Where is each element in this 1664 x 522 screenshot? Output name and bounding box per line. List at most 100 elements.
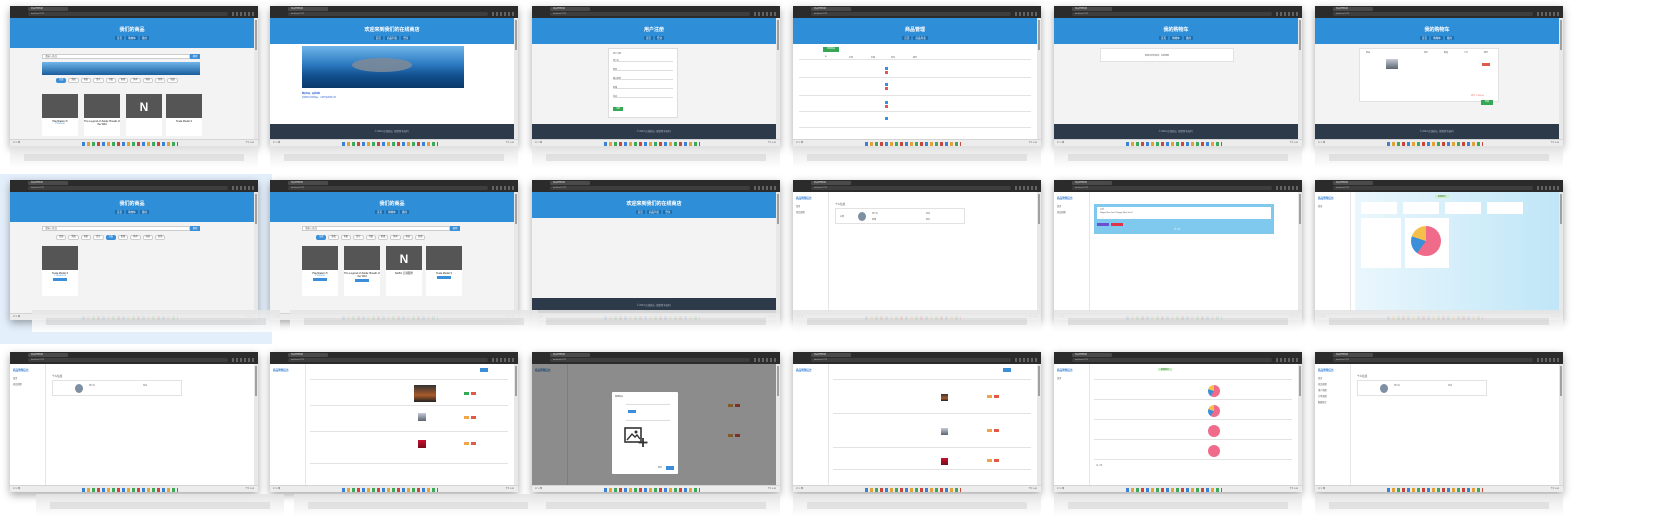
cancel-button[interactable]: 取消 [658,466,662,469]
chip[interactable]: 音乐 [93,235,104,240]
sidebar-item-products[interactable]: 商品管理 [1318,382,1327,386]
edit-button[interactable] [885,83,888,86]
add-product-button[interactable]: 添加商品 [823,47,839,52]
delete-button[interactable] [994,429,999,432]
register-button[interactable]: 注册 [613,107,623,111]
nav-home[interactable]: 首页 [374,210,385,214]
product-card[interactable] [126,94,162,136]
nav-home[interactable]: 首页 [902,36,912,40]
add-to-cart-button[interactable] [437,276,451,279]
screenshot-thumbnail-shop-filtered[interactable]: 商品管理系统 localhost:5173 我们的商品 首页 购物车 我的 请输入商品… [10,180,258,320]
screenshot-thumbnail-admin-profile-3[interactable]: 商品管理系统 localhost:5173 商品管理后台 首页 商品管理 用户管理… [1315,352,1563,492]
edit-button[interactable] [464,392,469,395]
sidebar-item-home[interactable]: 首页 [1057,376,1061,380]
screenshot-thumbnail-cart-item[interactable]: 商品管理系统 localhost:5173 我的购物车 首页 购物车 我的 商品 单价数… [1315,6,1563,146]
confirm-password-field[interactable]: 确认密码 [613,77,673,80]
nav-login[interactable]: 登录 [401,36,411,40]
nav-home[interactable]: 首页 [643,36,653,40]
screenshot-thumbnail-admin-notice[interactable]: 商品管理系统 localhost:5173 商品管理后台 首页 商品管理 公告 H… [1054,180,1302,320]
product-card[interactable]: The Legend of Zelda: Breath of the Wild [344,246,380,296]
chip[interactable]: 影视 [117,235,129,240]
add-to-cart-button[interactable] [53,278,67,281]
chip[interactable]: 其他 [155,78,166,83]
nav-products[interactable]: 商品列表 [646,210,662,214]
sidebar-item-home[interactable]: 首页 [796,204,800,208]
nav-login[interactable]: 登录 [655,36,665,40]
nav-cart[interactable]: 购物车 [386,210,398,214]
search-input[interactable]: 请输入商品 [42,226,190,231]
delete-button[interactable] [471,416,476,419]
add-button[interactable] [480,368,488,372]
nav-me[interactable]: 我的 [139,36,150,40]
chip[interactable]: 游戏 [68,235,79,240]
product-card[interactable]: Netflix 订阅服务 [386,246,422,296]
delete-button[interactable] [994,459,999,462]
email-field[interactable]: 邮箱 [613,86,673,89]
product-card[interactable]: Tesla Model 3 [426,246,462,296]
nav-cart[interactable]: 购物车 [126,210,138,214]
delete-button[interactable] [885,71,888,74]
screenshot-thumbnail-welcome-blank[interactable]: 商品管理系统 localhost:5173 欢迎来到我们的在线商店 首页 商品列表登… [532,180,780,320]
chip[interactable]: 其他 [415,235,426,240]
add-to-cart-button[interactable] [313,278,327,281]
chip[interactable]: 全部 [56,235,67,240]
product-card[interactable]: PlayStation 5 ¥ 3999.00 [302,246,338,296]
nav-cart[interactable]: 购物车 [1431,36,1443,40]
edit-button[interactable] [987,395,992,398]
delete-button[interactable] [885,105,888,108]
chip[interactable]: 电影 [80,78,92,83]
password-field[interactable]: 密码 [613,68,673,71]
edit-button[interactable] [987,429,992,432]
sidebar-item-products[interactable]: 商品管理 [796,210,805,214]
screenshot-thumbnail-cart-empty[interactable]: 商品管理系统 localhost:5173 我的购物车 首页 购物车 我的 购物车空空… [1054,6,1302,146]
edit-button[interactable] [885,117,888,120]
nav-products[interactable]: 商品列表 [384,36,400,40]
chip[interactable]: 体育 [130,235,141,240]
chip[interactable]: 影视 [377,235,389,240]
search-button[interactable]: 搜索 [190,54,200,59]
sidebar-item-home[interactable]: 首页 [1318,204,1322,208]
screenshot-thumbnail-admin-orders[interactable]: 商品管理系统 localhost:5173 商品管理后台 首页 数据统计 共 4 … [1054,352,1302,492]
nav-home[interactable]: 首页 [114,210,125,214]
nav-cart[interactable]: 购物车 [1170,36,1182,40]
chip[interactable]: 体育 [130,78,141,83]
sidebar-item-home[interactable]: 首页 [13,376,17,380]
welcome-link[interactable]: 发现更多优质商品，立即开始购物之旅 [302,96,336,99]
remove-item-button[interactable] [1482,63,1490,66]
screenshot-thumbnail-welcome[interactable]: 商品管理系统 localhost:5173 欢迎来到我们的在线商店 首页 商品列表登… [270,6,518,146]
chip[interactable]: 科技 [142,78,153,83]
nav-products[interactable]: 商品列表 [913,36,928,40]
confirm-button[interactable] [666,466,674,470]
delete-button[interactable] [1111,223,1123,226]
chip[interactable]: 影视 [117,78,129,83]
screenshot-thumbnail-register[interactable]: 商品管理系统 localhost:5173 用户注册 首页 登录 用户注册 用户名 … [532,6,780,146]
nav-cart[interactable]: 购物车 [126,36,138,40]
upload-button[interactable] [628,410,636,413]
chip[interactable]: 音乐 [93,78,104,83]
product-card[interactable]: Tesla Model 3 [166,94,202,136]
edit-button[interactable] [464,416,469,419]
sidebar-item-products[interactable]: 商品管理 [13,382,22,386]
chip[interactable]: 书籍 [365,235,376,240]
nav-me[interactable]: 我的 [139,210,150,214]
checkout-button[interactable]: 结算 [1481,100,1493,105]
price-field[interactable] [626,418,670,421]
nav-me[interactable]: 我的 [1444,36,1455,40]
phone-field[interactable]: 电话 [613,95,673,98]
edit-button[interactable] [885,101,888,104]
product-card[interactable]: Tesla Model 3 ¥ 265900.00 [42,246,78,296]
chip[interactable]: 书籍 [105,78,116,83]
screenshot-thumbnail-manage[interactable]: 商品管理系统 localhost:5173 商品管理 首页 商品列表 添加商品 ID… [793,6,1041,146]
chip[interactable]: 游戏 [68,78,79,83]
screenshot-thumbnail-admin-products-2[interactable]: 商品管理系统 localhost:5173 商品管理后台 27°C 晴下午 3:4… [793,352,1041,492]
chip[interactable]: 体育 [390,235,401,240]
username-field[interactable]: 用户名 [613,59,673,62]
product-card[interactable]: PlayStation 5 ¥ 3999.00 [42,94,78,136]
edit-button[interactable] [987,459,992,462]
nav-home[interactable]: 首页 [373,36,383,40]
edit-button[interactable] [464,442,469,445]
sidebar-item-orders[interactable]: 订单管理 [1318,394,1327,398]
chip-all[interactable]: 全部 [316,235,327,240]
screenshot-thumbnail-admin-stats[interactable]: 商品管理系统localhost:5173 商品管理后台 首页 数据统计 27°C… [1315,180,1563,320]
search-input[interactable]: 请输入商品 [302,226,450,231]
